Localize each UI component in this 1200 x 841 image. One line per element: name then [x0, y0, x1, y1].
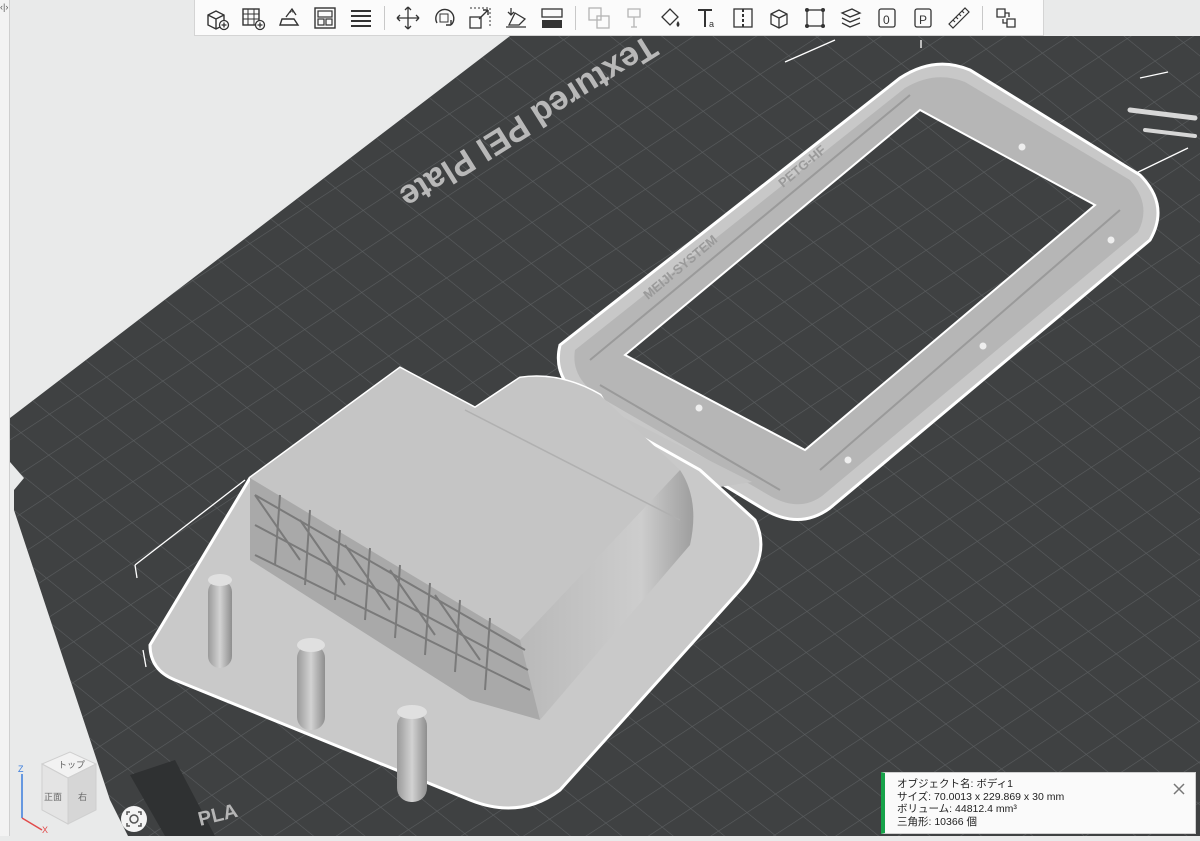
arrange-icon	[314, 6, 336, 29]
scale-button[interactable]	[466, 3, 494, 33]
ruler-button[interactable]	[945, 3, 973, 33]
color-paint-icon	[661, 7, 680, 27]
text-button[interactable]: a	[693, 3, 721, 33]
move-button[interactable]	[394, 3, 422, 33]
camera-fit-icon	[126, 811, 142, 827]
brim-ear-icon: 0	[878, 7, 896, 28]
object-volume: ボリューム: 44812.4 mm³	[897, 803, 1017, 815]
3d-viewport[interactable]: Textured PEI Plate MEIJI-SYSTEM PETG-HF	[0, 0, 1200, 836]
object-info-panel: オブジェクト名: ボディ1 サイズ: 70.0013 x 229.869 x 3…	[881, 772, 1196, 834]
boolean-button[interactable]	[585, 3, 613, 33]
view-cube-top: トップ	[58, 760, 85, 770]
ruler-icon	[948, 6, 970, 29]
text-icon: a	[698, 8, 714, 29]
scale-icon	[469, 7, 491, 29]
lay-on-face-icon	[506, 7, 527, 28]
layers-button[interactable]	[347, 3, 375, 33]
left-panel-edge[interactable]: ‹|›	[0, 0, 10, 836]
auto-orient-button[interactable]: A	[275, 3, 303, 33]
collapse-toggle[interactable]: ‹|›	[0, 2, 8, 12]
object-triangles: 三角形: 10366 個	[897, 815, 977, 828]
toolbar-separator	[384, 5, 385, 30]
support-paint-button[interactable]	[621, 3, 649, 33]
fit-icon	[805, 7, 825, 28]
arrange-button[interactable]	[311, 3, 339, 33]
seam-icon	[733, 7, 753, 28]
layers-icon	[351, 9, 371, 27]
measure-box-button[interactable]	[765, 3, 793, 33]
svg-text:0: 0	[883, 13, 890, 27]
auto-orient-icon: A	[279, 7, 300, 26]
view-cube-front: 正面	[44, 792, 62, 802]
toolbar-separator	[575, 5, 576, 30]
object-name: オブジェクト名: ボディ1	[897, 778, 1013, 790]
svg-text:P: P	[919, 13, 927, 27]
seam-button[interactable]	[729, 3, 757, 33]
main-toolbar: Aa 0 P	[194, 0, 1044, 36]
rotate-button[interactable]	[430, 3, 458, 33]
split-parts-button[interactable]	[992, 3, 1020, 33]
split-parts-icon	[996, 7, 1016, 28]
brim-ear-button[interactable]: 0	[873, 3, 901, 33]
axis-z-label: Z	[18, 764, 24, 774]
svg-text:a: a	[709, 19, 714, 29]
variable-layer-icon	[840, 7, 862, 28]
toolbar-separator	[982, 5, 983, 30]
assembly-icon: P	[914, 7, 932, 28]
object-size: サイズ: 70.0013 x 229.869 x 30 mm	[897, 790, 1065, 803]
view-cube[interactable]: Z X トップ 正面 右	[12, 744, 104, 835]
axis-x-label: X	[42, 825, 48, 834]
cut-icon	[541, 7, 563, 28]
add-object-icon	[207, 9, 230, 30]
color-paint-button[interactable]	[657, 3, 685, 33]
add-plate-button[interactable]	[239, 3, 267, 33]
support-paint-icon	[627, 7, 641, 28]
add-plate-icon	[242, 7, 266, 30]
rotate-icon	[435, 8, 455, 26]
fit-button[interactable]	[801, 3, 829, 33]
move-icon	[396, 6, 420, 29]
measure-box-icon	[770, 8, 788, 29]
camera-fit-button[interactable]	[121, 806, 147, 832]
close-icon[interactable]	[1171, 781, 1187, 797]
boolean-icon	[588, 6, 610, 29]
assembly-button[interactable]: P	[909, 3, 937, 33]
cut-button[interactable]	[538, 3, 566, 33]
variable-layer-button[interactable]	[837, 3, 865, 33]
lay-on-face-button[interactable]	[502, 3, 530, 33]
add-object-button[interactable]	[203, 3, 231, 33]
view-cube-right: 右	[78, 791, 87, 802]
